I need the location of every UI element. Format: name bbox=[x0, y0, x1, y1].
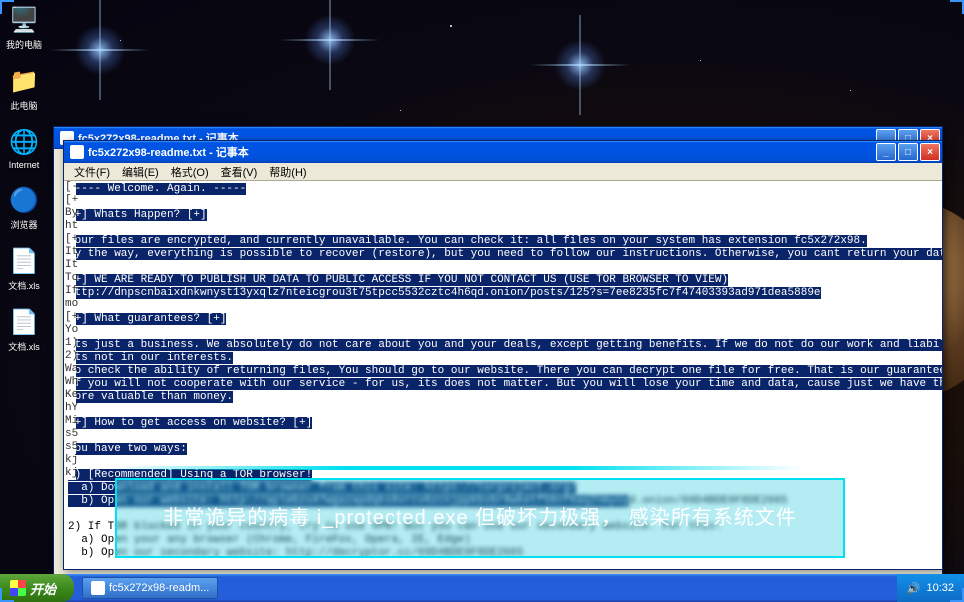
taskbar-item-label: fc5x272x98-readm... bbox=[109, 582, 209, 594]
icon-label: 此电脑 bbox=[10, 99, 37, 112]
app-icon: 📁 bbox=[8, 65, 40, 97]
start-label: 开始 bbox=[30, 579, 56, 598]
notepad-icon bbox=[70, 145, 84, 159]
app-icon: 📄 bbox=[8, 245, 40, 277]
app-icon: 🔵 bbox=[8, 184, 40, 216]
icon-label: 我的电脑 bbox=[6, 38, 42, 51]
text-line bbox=[68, 300, 938, 313]
text-line bbox=[68, 404, 938, 417]
app-icon: 🖥️ bbox=[8, 4, 40, 36]
start-button[interactable]: 开始 bbox=[0, 574, 74, 602]
lens-flare bbox=[300, 10, 360, 70]
menu-item[interactable]: 格式(O) bbox=[165, 163, 215, 181]
notepad-icon bbox=[91, 581, 105, 595]
text-line: To check the ability of returning files,… bbox=[68, 365, 938, 378]
text-line: [+] What guarantees? [+] bbox=[68, 313, 938, 326]
icon-label: 文档.xls bbox=[8, 279, 40, 292]
menu-item[interactable]: 文件(F) bbox=[68, 163, 116, 181]
system-tray[interactable]: 🔊 10:32 bbox=[897, 574, 964, 602]
text-line bbox=[68, 326, 938, 339]
text-line: You have two ways: bbox=[68, 443, 938, 456]
icon-label: 浏览器 bbox=[10, 218, 37, 231]
icon-label: 文档.xls bbox=[8, 340, 40, 353]
text-line: Its not in our interests. bbox=[68, 352, 938, 365]
desktop-icon[interactable]: 🖥️ 我的电脑 bbox=[4, 4, 44, 51]
taskbar[interactable]: 开始 fc5x272x98-readm... 🔊 10:32 bbox=[0, 574, 964, 602]
video-caption-overlay: 非常诡异的病毒 i_protected.exe 但破坏力极强， 感染所有系统文件 bbox=[115, 478, 845, 558]
app-icon: 🌐 bbox=[8, 126, 40, 158]
text-line: Your files are encrypted, and currently … bbox=[68, 235, 938, 248]
desktop-icons: 🖥️ 我的电脑 📁 此电脑 🌐 Internet 🔵 浏览器 📄 文档.xls 📄 文档.xls bbox=[4, 4, 44, 353]
lens-flare bbox=[550, 35, 610, 95]
icon-label: Internet bbox=[9, 160, 40, 170]
text-line: [+] Whats Happen? [+] bbox=[68, 209, 938, 222]
maximize-button[interactable]: □ bbox=[898, 143, 918, 161]
menu-item[interactable]: 编辑(E) bbox=[116, 163, 165, 181]
text-line bbox=[68, 196, 938, 209]
close-button[interactable]: × bbox=[920, 143, 940, 161]
tray-icon[interactable]: 🔊 bbox=[907, 582, 921, 595]
desktop-icon[interactable]: 📄 文档.xls bbox=[4, 245, 44, 292]
text-line: [+] WE ARE READY TO PUBLISH UR DATA TO P… bbox=[68, 274, 938, 287]
desktop-icon[interactable]: 📁 此电脑 bbox=[4, 65, 44, 112]
desktop-icon[interactable]: 🌐 Internet bbox=[4, 126, 44, 170]
taskbar-item[interactable]: fc5x272x98-readm... bbox=[82, 577, 218, 599]
tray-time: 10:32 bbox=[926, 582, 954, 594]
text-line bbox=[68, 560, 938, 569]
text-line bbox=[68, 261, 938, 274]
left-gutter-fragment: [- [+By ht [+ ItItToIfmo [+ Yo 1) 2) WaW… bbox=[64, 181, 76, 480]
caption-text: 非常诡异的病毒 i_protected.exe 但破坏力极强， 感染所有系统文件 bbox=[163, 503, 796, 533]
lens-flare bbox=[70, 20, 130, 80]
text-line: If you will not cooperate with our servi… bbox=[68, 378, 938, 391]
window-title: fc5x272x98-readme.txt - 记事本 bbox=[88, 144, 876, 160]
text-line: Its just a business. We absolutely do no… bbox=[68, 339, 938, 352]
titlebar[interactable]: fc5x272x98-readme.txt - 记事本 _ □ × bbox=[64, 141, 942, 163]
minimize-button[interactable]: _ bbox=[876, 143, 896, 161]
menu-item[interactable]: 帮助(H) bbox=[263, 163, 312, 181]
desktop-icon[interactable]: 📄 文档.xls bbox=[4, 306, 44, 353]
menubar: 文件(F)编辑(E)格式(O)查看(V)帮助(H) bbox=[64, 163, 942, 181]
text-line bbox=[68, 430, 938, 443]
text-line: http://dnpscnbaixdnkwnyst13yxqlz7nteicgr… bbox=[68, 287, 938, 300]
text-line: [+] How to get access on website? [+] bbox=[68, 417, 938, 430]
menu-item[interactable]: 查看(V) bbox=[215, 163, 264, 181]
text-line: more valuable than money. bbox=[68, 391, 938, 404]
text-line bbox=[68, 222, 938, 235]
text-line: By the way, everything is possible to re… bbox=[68, 248, 938, 261]
text-line: ----- Welcome. Again. ----- bbox=[68, 183, 938, 196]
app-icon: 📄 bbox=[8, 306, 40, 338]
desktop-icon[interactable]: 🔵 浏览器 bbox=[4, 184, 44, 231]
